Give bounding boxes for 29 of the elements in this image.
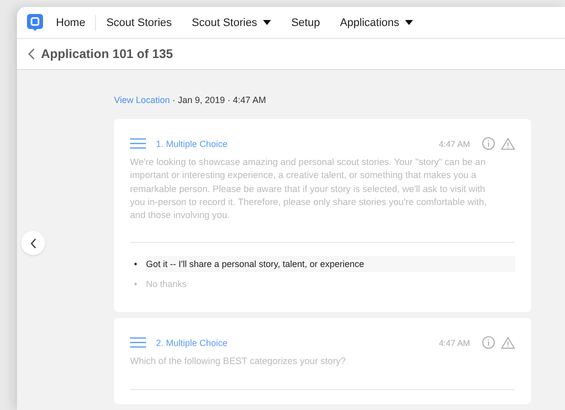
question-text: We're looking to showcase amazing and personal scout stories. Your "story" can be an important or interesting experience, a creative talent, or something that makes you a remarkable person. Please be aware that if your story is selected, we'll ask to visit with you in-person to record it. Therefore, please only share stories you're comfortable with, and those involving you.: [130, 156, 488, 222]
question-title: 1. Multiple Choice: [156, 138, 229, 148]
warning-icon[interactable]: [501, 336, 515, 349]
nav-tab[interactable]: Setup: [281, 14, 330, 30]
answer-option: No thanks: [146, 276, 515, 292]
app-logo-icon[interactable]: [27, 14, 43, 31]
info-icon[interactable]: [482, 336, 495, 350]
question-title: 2. Multiple Choice: [156, 338, 229, 348]
bullet: •: [134, 278, 138, 292]
page-title: Application 101 of 135: [41, 47, 173, 61]
timestamp: · Jan 9, 2019 · 4:47 AM: [172, 95, 266, 105]
list-icon: [130, 337, 146, 348]
caret-icon: [263, 20, 272, 25]
nav-tab[interactable]: Scout Stories: [182, 14, 282, 30]
back-icon[interactable]: [28, 48, 35, 60]
info-icon[interactable]: [482, 137, 495, 150]
nav-tab[interactable]: Home: [51, 14, 96, 30]
nav-tab[interactable]: Applications: [330, 14, 424, 30]
previous-button[interactable]: [21, 231, 45, 255]
nav-tab[interactable]: Scout Stories: [96, 14, 182, 30]
bullet: •: [134, 258, 138, 272]
chevron-left-icon: [30, 238, 36, 248]
question-time: 4:47 AM: [438, 138, 470, 148]
warning-icon[interactable]: [501, 138, 515, 150]
question-text: Which of the following BEST categorizes your story?: [130, 355, 347, 368]
question-time: 4:47 AM: [438, 338, 470, 348]
answer-option: Got it -- I'll share a personal story, talent, or experience: [146, 256, 515, 272]
list-icon: [130, 138, 146, 149]
caret-icon: [405, 20, 414, 25]
